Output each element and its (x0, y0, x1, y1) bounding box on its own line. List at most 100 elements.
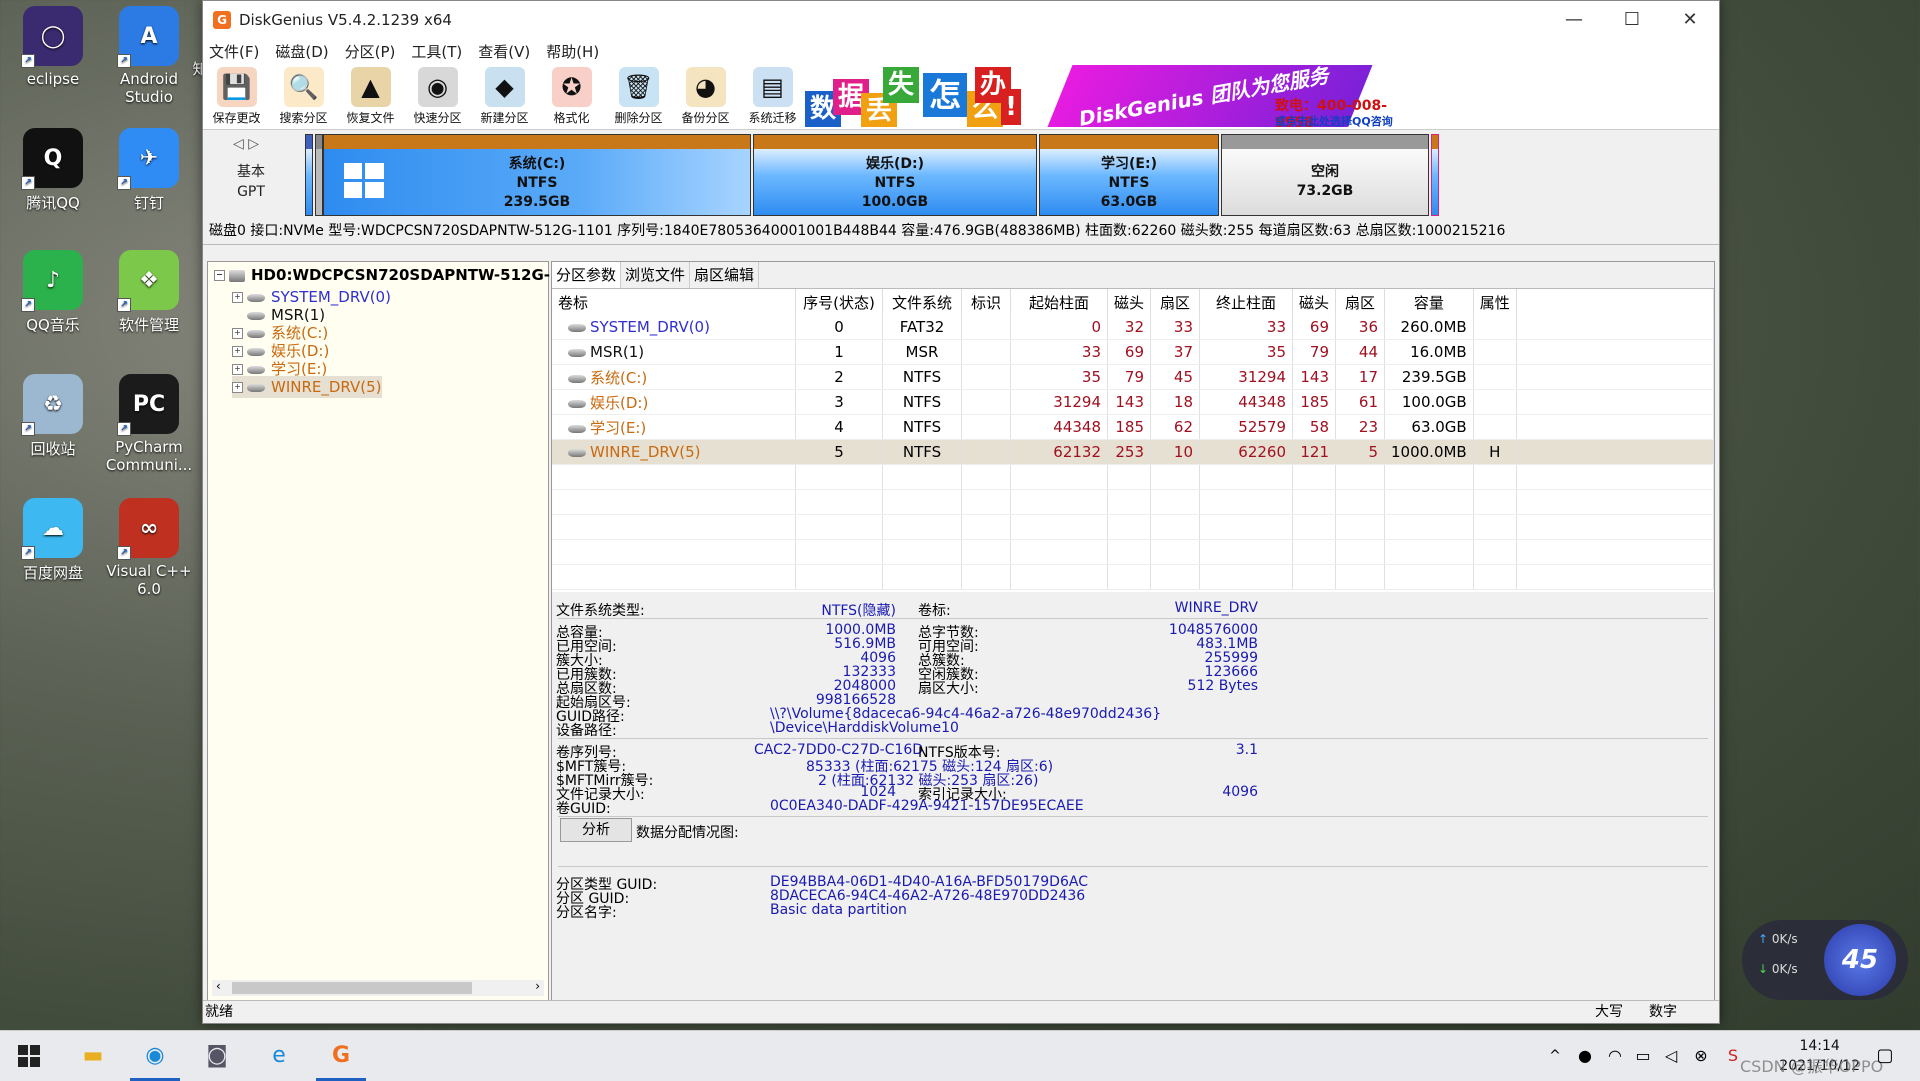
column-header[interactable]: 起始柱面 (1010, 289, 1108, 315)
column-header[interactable]: 文件系统 (882, 289, 962, 315)
column-header[interactable]: 卷标 (552, 289, 796, 315)
table-row[interactable]: 系统(C:) 2 NTFS 35 79 45 31294 143 17 239.5GB (552, 364, 1715, 390)
toolbar-button[interactable]: ▲ 恢复文件 (337, 63, 404, 126)
app-icon: A ↗ (117, 6, 179, 68)
column-header[interactable]: 扇区 (1150, 289, 1200, 315)
expand-icon[interactable]: + (232, 328, 243, 339)
table-row[interactable]: 学习(E:) 4 NTFS 44348 185 62 52579 58 23 63.0GB (552, 414, 1715, 440)
tab[interactable]: 分区参数 (552, 262, 622, 288)
notification-icon[interactable]: ▢ (1868, 1039, 1902, 1073)
support-banner[interactable]: 数 据 丢 失 怎 么 办 ! DiskGenius 团队为您服务 致电：400… (805, 65, 1419, 127)
scroll-right-icon[interactable]: › (535, 979, 540, 993)
analyze-button[interactable]: 分析 (560, 818, 632, 842)
partition-block-free[interactable]: 空闲 73.2GB (1221, 134, 1429, 216)
expand-icon[interactable]: + (232, 364, 243, 375)
menu-item[interactable]: 查看(V) (472, 41, 536, 62)
file-explorer-icon[interactable]: ▬ (76, 1039, 110, 1073)
toolbar-button[interactable]: ◉ 快速分区 (404, 63, 471, 126)
scrollbar-thumb[interactable] (232, 982, 472, 994)
desktop-icon[interactable]: ✈ ↗ 钉钉 (104, 128, 194, 213)
menu-item[interactable]: 磁盘(D) (269, 41, 334, 62)
column-header[interactable]: 容量 (1384, 289, 1474, 315)
expand-icon[interactable]: + (232, 346, 243, 357)
expand-icon[interactable]: + (232, 292, 243, 303)
desktop-icon[interactable]: ♻ ↗ 回收站 (8, 374, 98, 459)
menu-item[interactable]: 分区(P) (339, 41, 402, 62)
toolbar-button[interactable]: 🔍 搜索分区 (270, 63, 337, 126)
partition-block-e[interactable]: 学习(E:) NTFS 63.0GB (1039, 134, 1219, 216)
partition-block-msr[interactable] (315, 134, 323, 216)
column-header[interactable]: 属性 (1473, 289, 1517, 315)
desktop-icon[interactable]: ❖ ↗ 软件管理 (104, 250, 194, 335)
toolbar-button[interactable]: ▤ 系统迁移 (739, 63, 806, 126)
desktop-icon[interactable]: ∞ ↗ Visual C++ 6.0 (104, 498, 194, 598)
tab-bar: 分区参数 浏览文件 扇区编辑 (552, 262, 1714, 289)
table-cell: WINRE_DRV(5) (552, 439, 796, 465)
toolbar-button[interactable]: 💾 保存更改 (203, 63, 270, 126)
table-row[interactable]: SYSTEM_DRV(0) 0 FAT32 0 32 33 33 69 36 260.0MB (552, 315, 1715, 340)
status-bar: 就绪 大写 数字 (203, 1000, 1719, 1023)
partition-icon (568, 349, 586, 357)
partition-block-system-drv[interactable] (305, 134, 313, 216)
qq-tray-icon[interactable]: ● (1568, 1039, 1602, 1073)
column-header[interactable]: 磁头 (1292, 289, 1336, 315)
collapse-icon[interactable]: − (214, 270, 225, 281)
tab[interactable]: 扇区编辑 (690, 262, 760, 288)
table-cell: 185 (1107, 414, 1151, 440)
close-button[interactable]: ✕ (1661, 1, 1719, 39)
volume-icon[interactable]: ◁ (1654, 1039, 1688, 1073)
toolbar-buttons: 💾 保存更改 🔍 搜索分区 ▲ 恢复文件 ◉ 快速分区 ◆ 新建分区 ✪ 格式化 🗑 删除分… (203, 63, 806, 126)
column-header[interactable]: 终止柱面 (1199, 289, 1293, 315)
menu-item[interactable]: 帮助(H) (540, 41, 605, 62)
banner-qq-link[interactable]: 或点击此处选择QQ咨询 (1275, 113, 1393, 127)
browser-icon[interactable]: ◉ (130, 1039, 180, 1081)
desktop-icon[interactable]: ☁ ↗ 百度网盘 (8, 498, 98, 583)
partition-block-c[interactable]: 系统(C:) NTFS 239.5GB (323, 134, 751, 216)
menu-item[interactable]: 工具(T) (405, 41, 468, 62)
show-hidden-icons[interactable]: ^ (1538, 1039, 1572, 1073)
tree-horizontal-scrollbar[interactable]: ‹ › (212, 979, 544, 996)
column-header[interactable]: 磁头 (1107, 289, 1151, 315)
toolbar-button[interactable]: ◕ 备份分区 (672, 63, 739, 126)
table-row[interactable]: 娱乐(D:) 3 NTFS 31294 143 18 44348 185 61 100.0GB (552, 389, 1715, 415)
partition-block-winre[interactable] (1431, 134, 1439, 216)
network-off-icon[interactable]: ⊗ (1684, 1039, 1718, 1073)
maximize-button[interactable]: ☐ (1603, 1, 1661, 39)
column-header[interactable]: 标识 (961, 289, 1011, 315)
tab[interactable]: 浏览文件 (621, 262, 691, 288)
toolbar-button[interactable]: ✪ 格式化 (538, 63, 605, 126)
tree-root-disk[interactable]: − HD0:WDCPCSN720SDAPNTW-512G-1 (214, 264, 560, 286)
table-row[interactable]: MSR(1) 1 MSR 33 69 37 35 79 44 16.0MB (552, 339, 1715, 365)
tree-item[interactable]: + WINRE_DRV(5) (232, 376, 382, 398)
table-cell: 1000.0MB (1384, 439, 1474, 465)
network-speed-widget[interactable]: ↑ 0K/s ↓ 0K/s 45 (1742, 920, 1908, 1000)
camera-icon[interactable]: ◙ (200, 1039, 234, 1073)
partition-table: 卷标 序号(状态) 文件系统 标识 起始柱面 磁头 扇区 终止柱面 磁头 扇区 容量 属性 SYSTE… (552, 289, 1715, 590)
desktop-icon[interactable]: A ↗ Android Studio (104, 6, 194, 106)
desktop-icon[interactable]: ♪ ↗ QQ音乐 (8, 250, 98, 335)
desktop-icon[interactable]: Q ↗ 腾讯QQ (8, 128, 98, 213)
toolbar-button[interactable]: ◆ 新建分区 (471, 63, 538, 126)
start-button[interactable] (12, 1039, 46, 1073)
disk-nav-arrows[interactable]: ◁ ▷ (233, 136, 259, 152)
table-row[interactable]: WINRE_DRV(5) 5 NTFS 62132 253 10 62260 121 5 1000… (552, 439, 1715, 465)
diskgenius-taskbar-icon[interactable]: G (316, 1039, 366, 1081)
upload-arrow-icon: ↑ (1758, 932, 1772, 946)
table-cell: 69 (1107, 339, 1151, 365)
column-header[interactable]: 扇区 (1335, 289, 1385, 315)
app-icon: Q ↗ (21, 128, 83, 190)
menu-item[interactable]: 文件(F) (203, 41, 265, 62)
ie-icon[interactable]: e (262, 1039, 296, 1073)
expand-icon[interactable]: + (232, 382, 243, 393)
desktop-icon[interactable]: PC ↗ PyCharm Communi... (104, 374, 194, 474)
title-bar[interactable]: G DiskGenius V5.4.2.1239 x64 — ☐ ✕ (203, 1, 1719, 39)
scroll-left-icon[interactable]: ‹ (216, 979, 221, 993)
minimize-button[interactable]: — (1545, 1, 1603, 39)
toolbar-button[interactable]: 🗑 删除分区 (605, 63, 672, 126)
partition-icon (568, 374, 586, 383)
column-header[interactable]: 序号(状态) (795, 289, 883, 315)
desktop-icon[interactable]: ◯ ↗ eclipse (8, 6, 98, 88)
partition-block-d[interactable]: 娱乐(D:) NTFS 100.0GB (753, 134, 1037, 216)
table-cell (1473, 414, 1517, 440)
shortcut-arrow-icon: ↗ (117, 54, 131, 68)
